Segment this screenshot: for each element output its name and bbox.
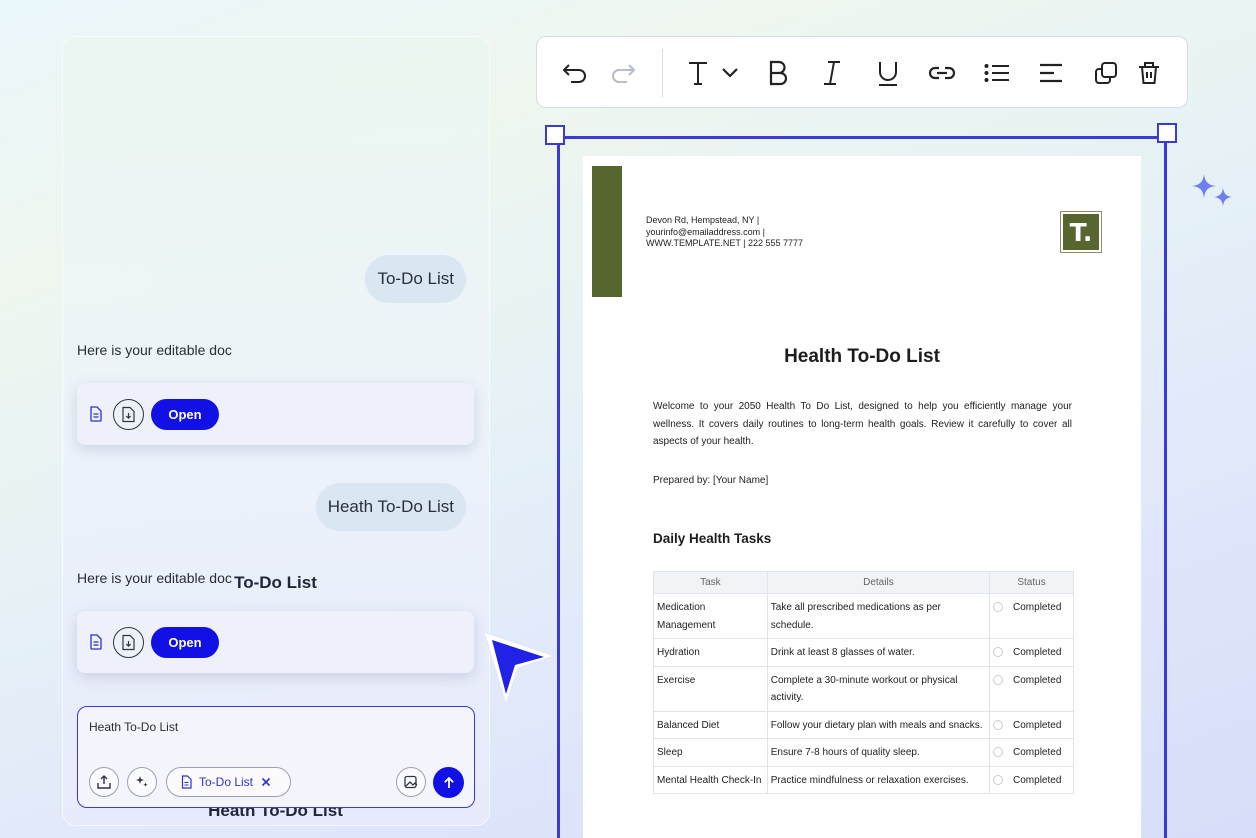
doc-card-heath-todo-list[interactable]: Heath To-Do List Open xyxy=(77,611,474,820)
resize-handle-top-left[interactable] xyxy=(545,125,565,145)
document-icon xyxy=(89,634,105,650)
sparkle-icon xyxy=(136,776,148,787)
chip-label: To-Do List xyxy=(199,775,254,789)
download-button[interactable] xyxy=(113,398,144,430)
duplicate-button[interactable] xyxy=(1090,57,1122,89)
duplicate-icon xyxy=(1095,62,1117,84)
delete-button[interactable] xyxy=(1133,57,1165,89)
composer-input[interactable]: Heath To-Do List xyxy=(89,720,178,734)
arrow-up-icon xyxy=(443,776,454,788)
editor-toolbar xyxy=(536,36,1188,108)
italic-icon xyxy=(824,61,840,85)
download-icon xyxy=(122,634,135,650)
upload-icon xyxy=(97,775,111,789)
ai-magic-button[interactable] xyxy=(127,767,157,797)
text-style-icon xyxy=(689,62,738,85)
attached-doc-chip[interactable]: To-Do List xyxy=(166,767,291,797)
sparkle-icon xyxy=(1192,174,1232,206)
link-button[interactable] xyxy=(926,57,958,89)
bold-icon xyxy=(769,60,788,86)
redo-button[interactable] xyxy=(607,57,639,89)
bullet-list-icon xyxy=(984,64,1009,82)
undo-button[interactable] xyxy=(559,57,591,89)
download-icon xyxy=(122,406,135,422)
bullet-list-button[interactable] xyxy=(981,57,1013,89)
user-message-bubble: Heath To-Do List xyxy=(315,483,466,531)
user-message-text: To-Do List xyxy=(377,269,454,288)
undo-icon xyxy=(562,64,586,83)
link-icon xyxy=(928,66,956,80)
underline-button[interactable] xyxy=(872,57,904,89)
user-message-bubble: To-Do List xyxy=(365,255,466,303)
close-icon[interactable] xyxy=(261,777,271,787)
selection-frame xyxy=(557,136,1167,838)
delete-icon xyxy=(1139,62,1159,84)
document-icon xyxy=(181,775,192,789)
open-button[interactable]: Open xyxy=(151,398,219,430)
chat-composer[interactable]: Heath To-Do List To-Do List xyxy=(77,706,475,808)
chat-panel: To-Do List Here is your editable doc To-… xyxy=(62,36,490,826)
assistant-message-text: Here is your editable doc xyxy=(77,342,232,358)
user-message-text: Heath To-Do List xyxy=(327,497,454,516)
open-button[interactable]: Open xyxy=(151,626,219,658)
text-style-dropdown[interactable] xyxy=(685,57,745,89)
redo-icon xyxy=(612,64,636,83)
assistant-message-text: Here is your editable doc xyxy=(77,570,232,586)
image-button[interactable] xyxy=(396,767,426,797)
italic-button[interactable] xyxy=(816,57,848,89)
pointer-cursor-icon xyxy=(483,631,556,706)
underline-icon xyxy=(879,62,897,86)
resize-handle-top-right[interactable] xyxy=(1157,123,1177,143)
toolbar-divider xyxy=(662,49,663,97)
download-button[interactable] xyxy=(113,626,144,658)
upload-button[interactable] xyxy=(89,767,119,797)
image-icon xyxy=(404,775,418,789)
bold-button[interactable] xyxy=(762,57,794,89)
document-icon xyxy=(89,406,105,422)
align-left-icon xyxy=(1040,63,1062,83)
send-button[interactable] xyxy=(433,767,464,798)
align-left-button[interactable] xyxy=(1035,57,1067,89)
doc-card-todo-list[interactable]: To-Do List Open xyxy=(77,383,474,592)
